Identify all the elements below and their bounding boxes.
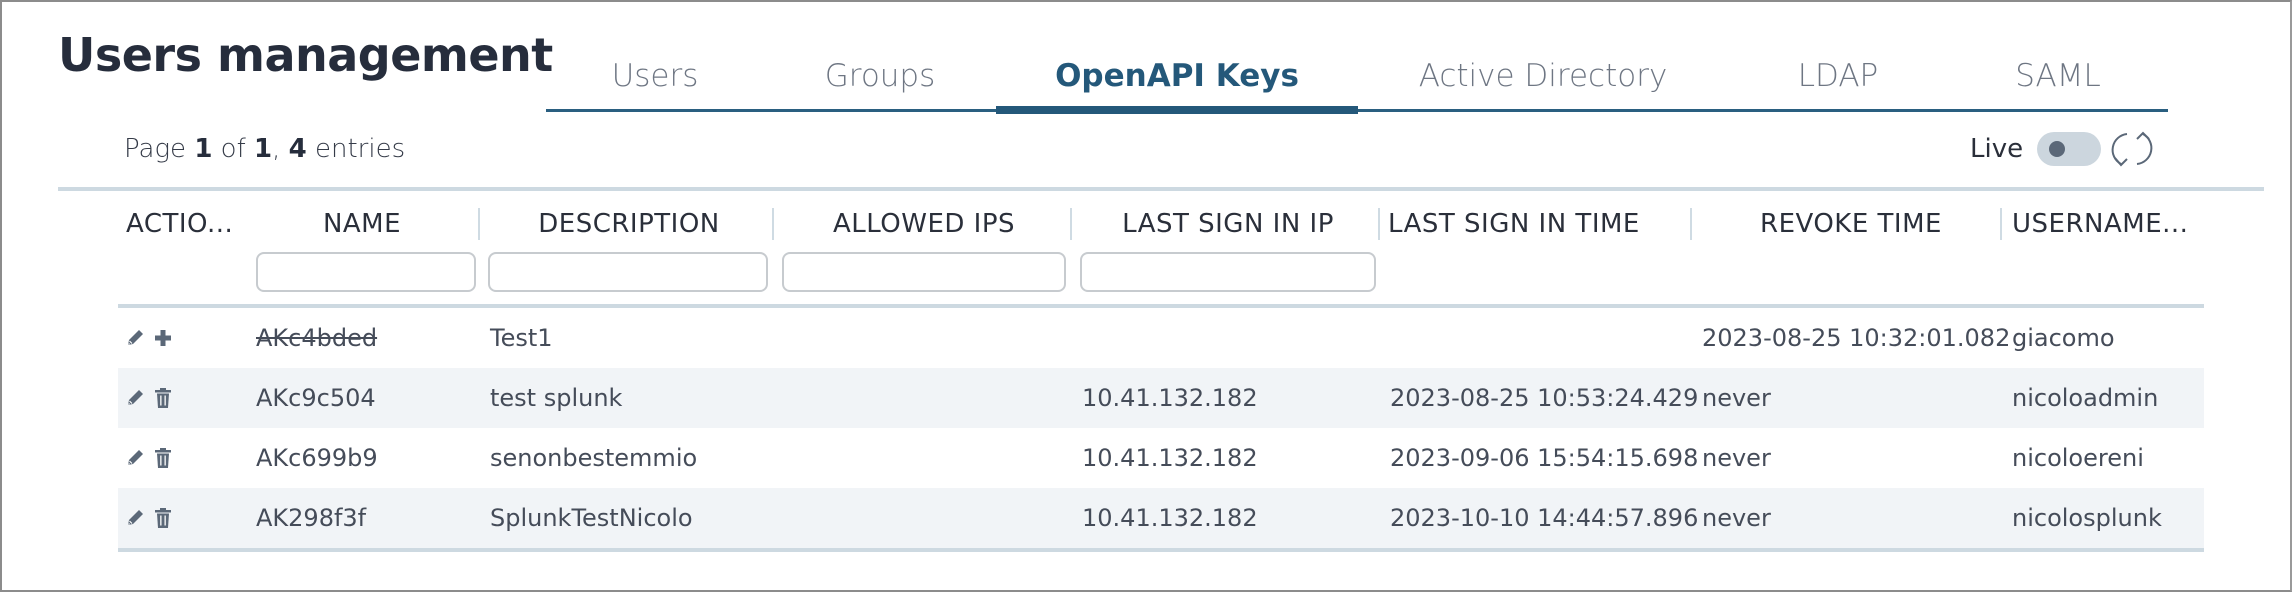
- toggle-knob: [2049, 141, 2066, 157]
- filter-name-input[interactable]: [256, 252, 476, 292]
- cell-description: senonbestemmio: [490, 444, 698, 472]
- cell-last-sign-in-ip: 10.41.132.182: [1082, 444, 1258, 472]
- tab-active-directory[interactable]: Active Directory: [1358, 50, 1728, 109]
- cell-last-sign-in-ip: 10.41.132.182: [1082, 504, 1258, 532]
- cell-description: SplunkTestNicolo: [490, 504, 693, 532]
- pagination-suffix: entries: [314, 134, 406, 164]
- column-resize-handle[interactable]: [772, 208, 774, 240]
- cell-description: Test1: [490, 324, 553, 352]
- cell-revoke-time: never: [1702, 504, 1771, 532]
- table-header: ACTIO... NAME DESCRIPTION ALLOWED IPS LA…: [118, 200, 2204, 308]
- live-label: Live: [1970, 134, 2024, 164]
- column-resize-handle[interactable]: [1070, 208, 1072, 240]
- trash-icon[interactable]: [152, 386, 174, 410]
- cell-revoke-time: never: [1702, 384, 1771, 412]
- column-header-name[interactable]: NAME: [256, 204, 468, 244]
- cell-name: AKc699b9: [256, 444, 378, 472]
- cell-username: giacomo: [2012, 324, 2115, 352]
- row-actions: [124, 308, 174, 368]
- column-header-description[interactable]: DESCRIPTION: [488, 204, 770, 244]
- api-keys-table: ACTIO... NAME DESCRIPTION ALLOWED IPS LA…: [118, 200, 2204, 552]
- filter-description-input[interactable]: [488, 252, 768, 292]
- live-toggle[interactable]: [2037, 132, 2102, 166]
- pagination-info: Page 1 of 1, 4 entries: [124, 134, 405, 164]
- cell-username: nicoloereni: [2012, 444, 2144, 472]
- row-actions: [124, 488, 174, 548]
- column-resize-handle[interactable]: [1378, 208, 1380, 240]
- cell-last-sign-in-time: 2023-09-06 15:54:15.698: [1390, 444, 1699, 472]
- cell-last-sign-in-ip: 10.41.132.182: [1082, 384, 1258, 412]
- filter-last-sign-in-ip-input[interactable]: [1080, 252, 1376, 292]
- filter-allowed-ips-input[interactable]: [782, 252, 1066, 292]
- trash-icon[interactable]: [152, 506, 174, 530]
- cell-revoke-time: never: [1702, 444, 1771, 472]
- cell-name: AKc9c504: [256, 384, 376, 412]
- plus-icon[interactable]: [152, 326, 174, 350]
- pagination-entry-count: 4: [288, 134, 307, 164]
- table-row[interactable]: AKc699b9 senonbestemmio 10.41.132.182 20…: [118, 428, 2204, 488]
- tab-users[interactable]: Users: [546, 50, 764, 109]
- cell-last-sign-in-time: 2023-08-25 10:53:24.429: [1390, 384, 1699, 412]
- table-row[interactable]: AKc9c504 test splunk 10.41.132.182 2023-…: [118, 368, 2204, 428]
- tab-bar: Users Groups OpenAPI Keys Active Directo…: [546, 50, 2168, 114]
- page-title: Users management: [58, 28, 553, 82]
- row-actions: [124, 428, 174, 488]
- tab-groups[interactable]: Groups: [764, 50, 996, 109]
- column-resize-handle[interactable]: [1690, 208, 1692, 240]
- cell-description: test splunk: [490, 384, 623, 412]
- pagination-of: of: [220, 134, 246, 164]
- cell-name: AKc4bded: [256, 324, 378, 352]
- edit-icon[interactable]: [124, 386, 146, 410]
- pagination-prefix: Page: [124, 134, 187, 164]
- pagination-total-pages: 1: [254, 134, 273, 164]
- pagination-current-page: 1: [194, 134, 213, 164]
- column-header-last-sign-in-time[interactable]: LAST SIGN IN TIME: [1388, 204, 1688, 244]
- column-resize-handle[interactable]: [2000, 208, 2002, 240]
- tab-openapi-keys[interactable]: OpenAPI Keys: [996, 50, 1358, 114]
- column-header-username[interactable]: USERNAME...: [2012, 204, 2188, 244]
- column-header-revoke-time[interactable]: REVOKE TIME: [1700, 204, 2002, 244]
- table-body: AKc4bded Test1 2023-08-25 10:32:01.082 g…: [118, 308, 2204, 552]
- edit-icon[interactable]: [124, 506, 146, 530]
- column-resize-handle[interactable]: [478, 208, 480, 240]
- row-actions: [124, 368, 174, 428]
- tab-ldap[interactable]: LDAP: [1728, 50, 1948, 109]
- cell-last-sign-in-time: 2023-10-10 14:44:57.896: [1390, 504, 1699, 532]
- live-control: Live: [1970, 126, 2157, 172]
- cell-username: nicoloadmin: [2012, 384, 2159, 412]
- cell-revoke-time: 2023-08-25 10:32:01.082: [1702, 324, 2011, 352]
- column-header-last-sign-in-ip[interactable]: LAST SIGN IN IP: [1080, 204, 1376, 244]
- column-header-actions[interactable]: ACTIO...: [126, 204, 233, 244]
- column-header-allowed-ips[interactable]: ALLOWED IPS: [782, 204, 1066, 244]
- cell-name: AK298f3f: [256, 504, 367, 532]
- trash-icon[interactable]: [152, 446, 174, 470]
- table-row[interactable]: AKc4bded Test1 2023-08-25 10:32:01.082 g…: [118, 308, 2204, 368]
- cell-username: nicolosplunk: [2012, 504, 2162, 532]
- refresh-icon[interactable]: [2107, 126, 2157, 172]
- divider: [58, 187, 2264, 191]
- pagination-comma: ,: [272, 134, 281, 164]
- tab-saml[interactable]: SAML: [1948, 50, 2168, 109]
- edit-icon[interactable]: [124, 446, 146, 470]
- table-row[interactable]: AK298f3f SplunkTestNicolo 10.41.132.182 …: [118, 488, 2204, 552]
- edit-icon[interactable]: [124, 326, 146, 350]
